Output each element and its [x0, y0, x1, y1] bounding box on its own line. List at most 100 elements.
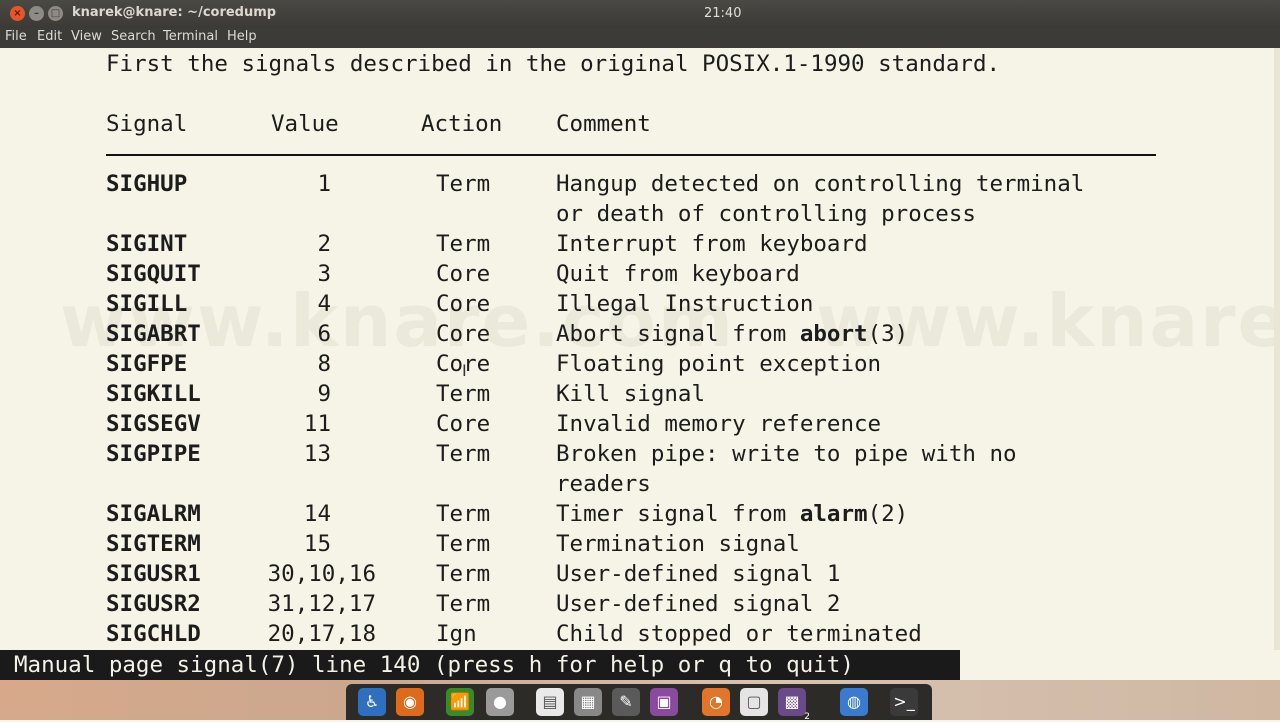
scrollbar[interactable] [1274, 48, 1280, 650]
header-comment: Comment [556, 111, 651, 137]
signal-comment: Termination signal [556, 531, 800, 557]
signal-name: SIGKILL [106, 381, 201, 407]
signal-value: 4 [317, 291, 331, 317]
screenshot-glyph: ▣ [656, 692, 672, 711]
disk-glyph: ● [493, 692, 507, 711]
signal-value: 15 [303, 531, 331, 557]
signal-name: SIGPIPE [106, 441, 201, 467]
accessibility-icon[interactable]: ♿ [358, 688, 386, 716]
signal-action: Core [436, 291, 491, 317]
signal-value: 13 [303, 441, 331, 467]
menu-bar: File Edit View Search Terminal Help [0, 28, 1280, 48]
man-reference: alarm [799, 501, 868, 527]
workspace-icon[interactable]: ▩ 2 [778, 688, 810, 722]
signal-action: Term [436, 561, 491, 587]
signal-comment: User-defined signal 2 [556, 591, 841, 617]
menu-edit[interactable]: Edit [37, 29, 62, 44]
menu-search[interactable]: Search [111, 29, 156, 44]
gimp-glyph: ✎ [619, 692, 633, 711]
workspace-glyph: ▩ [784, 692, 800, 711]
signal-comment-cont: readers [556, 471, 651, 497]
signal-comment-cont: or death of controlling process [556, 201, 976, 227]
minimize-icon[interactable]: – [29, 6, 44, 21]
menu-help[interactable]: Help [227, 29, 257, 44]
dock-badge: 2 [804, 712, 810, 722]
signal-action: Term [436, 531, 491, 557]
terminal-icon[interactable]: >_ [890, 688, 918, 716]
signal-name: SIGUSR1 [106, 561, 201, 587]
signal-action: Ign [436, 621, 477, 647]
signal-value: 9 [317, 381, 331, 407]
signal-comment: Illegal Instruction [556, 291, 814, 317]
dock: ♿ ◉ 📶 ● ▤ ▦ ✎ ▣ ◔ ▢ ▩ 2 ◍ >_ [346, 684, 932, 722]
signal-name: SIGHUP [106, 171, 188, 197]
signal-name: SIGQUIT [106, 261, 201, 287]
signal-comment: Invalid memory reference [556, 411, 882, 437]
man-reference: abort [799, 321, 868, 347]
header-rule [106, 154, 1156, 156]
text-cursor-icon: I [462, 361, 467, 380]
folder-glyph: ◔ [709, 692, 723, 711]
maximize-icon[interactable]: □ [48, 6, 63, 21]
signal-value: 11 [303, 411, 331, 437]
calculator-icon[interactable]: ▦ [574, 688, 602, 716]
signal-action: Term [436, 591, 491, 617]
terminal-blank-area [960, 650, 1280, 680]
header-action: Action [421, 111, 503, 137]
signal-value: 20,17,18 [267, 621, 376, 647]
signal-value: 31,12,17 [267, 591, 376, 617]
header-value: Value [271, 111, 339, 137]
signal-value: 14 [303, 501, 331, 527]
close-icon[interactable]: × [10, 6, 25, 21]
signal-comment: Hangup detected on controlling terminal [556, 171, 1085, 197]
menu-view[interactable]: View [71, 29, 102, 44]
document-icon[interactable]: ▤ [536, 688, 564, 716]
signal-action: Core [436, 321, 491, 347]
signal-action: Term [436, 501, 491, 527]
firefox-glyph: ◉ [403, 692, 417, 711]
signal-name: SIGCHLD [106, 621, 201, 647]
signal-value: 8 [317, 351, 331, 377]
signal-action: Core [436, 261, 491, 287]
signal-comment: User-defined signal 1 [556, 561, 841, 587]
disk-icon[interactable]: ● [486, 688, 514, 716]
gimp-icon[interactable]: ✎ [612, 688, 640, 716]
network-glyph: 📶 [450, 692, 470, 711]
signal-comment: Interrupt from keyboard [556, 231, 868, 257]
header-signal: Signal [106, 111, 188, 137]
window-glyph: ▢ [746, 692, 762, 711]
window-icon[interactable]: ▢ [740, 688, 768, 716]
signal-name: SIGSEGV [106, 411, 201, 437]
signal-action: Core [436, 411, 491, 437]
signal-comment: Floating point exception [556, 351, 882, 377]
signal-name: SIGFPE [106, 351, 188, 377]
menu-terminal[interactable]: Terminal [163, 29, 218, 44]
comment-text: Timer signal from [556, 501, 800, 527]
signal-comment: Abort signal from abort(3) [556, 319, 908, 349]
accessibility-glyph: ♿ [364, 692, 380, 711]
clock[interactable]: 21:40 [704, 6, 741, 21]
man-section: (2) [867, 501, 909, 527]
network-icon[interactable]: 📶 [446, 688, 474, 716]
signal-name: SIGINT [106, 231, 188, 257]
signal-name: SIGABRT [106, 321, 201, 347]
calculator-glyph: ▦ [580, 692, 596, 711]
signal-name: SIGILL [106, 291, 188, 317]
signal-value: 3 [317, 261, 331, 287]
firefox-icon[interactable]: ◉ [396, 688, 424, 716]
intro-line: First the signals described in the origi… [106, 51, 1001, 77]
signal-value: 6 [317, 321, 331, 347]
folder-icon[interactable]: ◔ [702, 688, 730, 716]
signal-comment: Timer signal from alarm(2) [556, 499, 908, 529]
top-panel: × – □ knarek@knare: ~/coredump 21:40 [0, 0, 1280, 28]
chrome-icon[interactable]: ◍ [840, 688, 868, 716]
signal-comment: Quit from keyboard [556, 261, 800, 287]
menu-file[interactable]: File [5, 29, 27, 44]
window-title: knarek@knare: ~/coredump [72, 5, 277, 20]
screenshot-icon[interactable]: ▣ [650, 688, 678, 716]
chrome-glyph: ◍ [847, 692, 861, 711]
man-section: (3) [867, 321, 909, 347]
document-glyph: ▤ [542, 692, 558, 711]
signal-action: Term [436, 171, 491, 197]
terminal-view[interactable]: www.knare.com www.knare First the signal… [0, 48, 1280, 650]
